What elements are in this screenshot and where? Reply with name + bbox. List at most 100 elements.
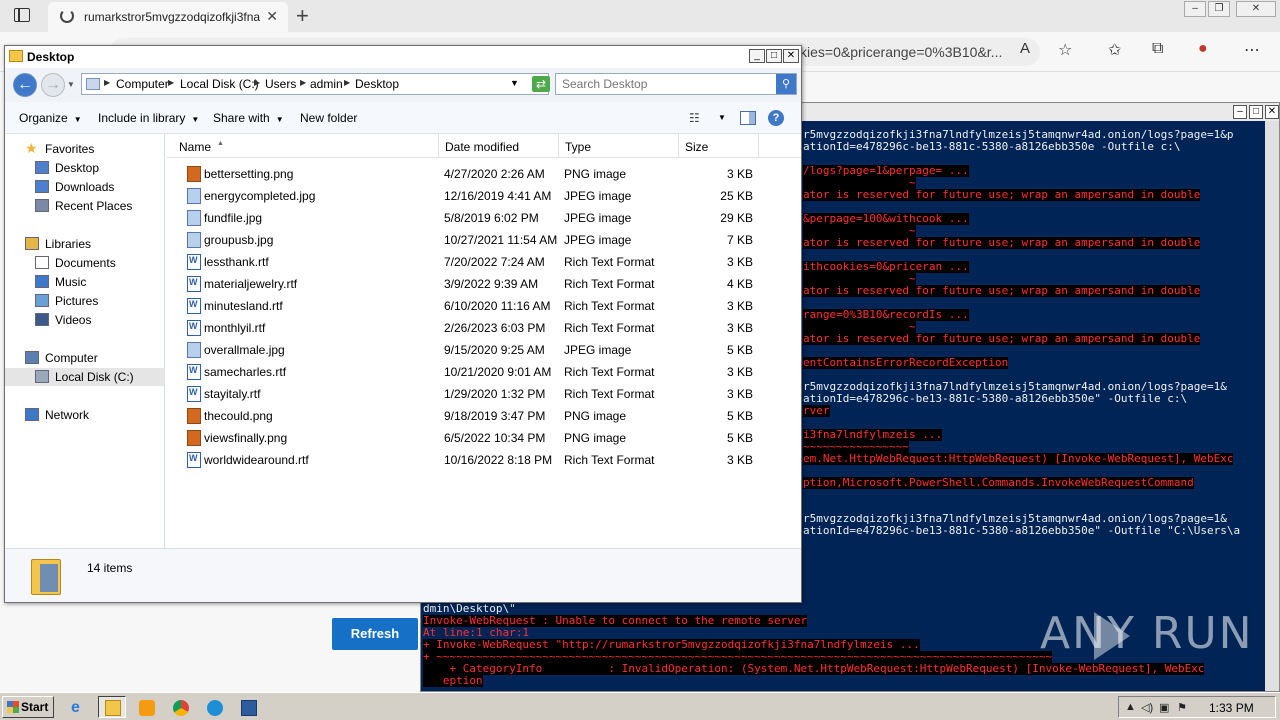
file-row[interactable]: minutesland.rtf 6/10/2020 11:16 AM Rich Te… bbox=[167, 295, 801, 317]
file-row[interactable]: bettersetting.png 4/27/2020 2:26 AM PNG im… bbox=[167, 163, 801, 185]
nav-item-network[interactable]: Network bbox=[5, 406, 165, 424]
recent-pages-dropdown-icon[interactable]: ▼ bbox=[67, 80, 75, 89]
breadcrumb-local-disk[interactable]: Local Disk (C:) bbox=[180, 77, 259, 91]
nav-item-videos[interactable]: Videos bbox=[5, 311, 165, 329]
nav-item-local-disk-c[interactable]: Local Disk (C:) bbox=[5, 368, 165, 386]
favorites-icon[interactable]: ✩ bbox=[1108, 40, 1121, 60]
nav-item-documents[interactable]: Documents bbox=[5, 254, 165, 272]
browser-close-button[interactable]: ✕ bbox=[1236, 1, 1276, 17]
breadcrumb-separator-icon[interactable]: ▶ bbox=[168, 78, 174, 87]
breadcrumb-separator-icon[interactable]: ▶ bbox=[104, 78, 110, 87]
preview-pane-icon[interactable] bbox=[740, 111, 756, 125]
breadcrumb-separator-icon[interactable]: ▶ bbox=[300, 78, 306, 87]
nav-item-pictures[interactable]: Pictures bbox=[5, 292, 165, 310]
tab-actions-icon[interactable] bbox=[14, 8, 30, 22]
console-maximize-button[interactable]: □ bbox=[1249, 105, 1263, 119]
share-with-menu[interactable]: Share with ▼ bbox=[213, 111, 284, 125]
nav-item-music[interactable]: Music bbox=[5, 273, 165, 291]
file-date-modified: 6/5/2022 10:34 PM bbox=[444, 431, 546, 445]
show-hidden-icons-icon[interactable]: ▲ bbox=[1125, 701, 1136, 713]
browser-tab[interactable]: rumarkstror5mvgzzodqizofkji3fna7lndfylmz… bbox=[48, 2, 288, 32]
console-close-button[interactable]: ✕ bbox=[1265, 105, 1279, 119]
nav-item-desktop[interactable]: Desktop bbox=[5, 159, 165, 177]
back-button[interactable]: ← bbox=[13, 73, 37, 97]
column-header-size[interactable]: Size bbox=[679, 134, 759, 158]
column-headers: Name ▲ Date modified Type Size bbox=[167, 134, 801, 158]
profile-avatar-icon[interactable]: ● bbox=[1198, 40, 1208, 58]
url-text: kies=0&pricerange=0%3B10&r... bbox=[800, 44, 1003, 60]
file-list[interactable]: Name ▲ Date modified Type Size bettersett… bbox=[167, 134, 801, 548]
breadcrumb-admin[interactable]: admin bbox=[310, 77, 343, 91]
nav-item-recent-places[interactable]: Recent Places bbox=[5, 197, 165, 215]
explorer-maximize-button[interactable]: □ bbox=[766, 49, 782, 63]
change-view-icon[interactable]: ☷ bbox=[689, 111, 700, 125]
file-row[interactable]: thecould.png 9/18/2019 3:47 PM PNG image 5 … bbox=[167, 405, 801, 427]
file-row[interactable]: samecharles.rtf 10/21/2020 9:01 AM Rich Te… bbox=[167, 361, 801, 383]
taskbar-internet-explorer[interactable]: e bbox=[64, 696, 92, 718]
browser-restore-button[interactable]: ❐ bbox=[1208, 1, 1230, 17]
network-tray-icon[interactable]: ▣ bbox=[1159, 701, 1169, 714]
nav-item-downloads[interactable]: Downloads bbox=[5, 178, 165, 196]
new-tab-icon[interactable]: + bbox=[296, 3, 309, 29]
collections-icon[interactable]: ⧉ bbox=[1152, 40, 1163, 58]
file-row[interactable]: viewsfinally.png 6/5/2022 10:34 PM PNG ima… bbox=[167, 427, 801, 449]
address-history-dropdown-icon[interactable]: ▼ bbox=[510, 78, 519, 88]
taskbar-explorer[interactable] bbox=[98, 696, 126, 718]
taskbar-media-player[interactable] bbox=[132, 696, 160, 718]
forward-button[interactable]: → bbox=[41, 73, 65, 97]
nav-item-favorites[interactable]: ★ Favorites bbox=[5, 140, 165, 158]
file-type: JPEG image bbox=[564, 343, 632, 357]
new-folder-button[interactable]: New folder bbox=[300, 111, 357, 125]
column-header-name[interactable]: Name ▲ bbox=[173, 134, 439, 158]
action-center-icon[interactable]: ⚑ bbox=[1177, 701, 1187, 714]
refresh-icon[interactable]: ⇄ bbox=[532, 76, 550, 92]
clock[interactable]: 1:33 PM bbox=[1209, 701, 1254, 715]
taskbar-chrome[interactable] bbox=[166, 696, 194, 718]
start-button[interactable]: Start bbox=[2, 696, 54, 718]
file-row[interactable]: stayitaly.rtf 1/29/2020 1:32 PM Rich Text … bbox=[167, 383, 801, 405]
file-row[interactable]: worldwidearound.rtf 10/16/2022 8:18 PM Ric… bbox=[167, 449, 801, 471]
help-icon[interactable]: ? bbox=[768, 110, 784, 126]
include-in-library-menu[interactable]: Include in library ▼ bbox=[98, 111, 199, 125]
file-row[interactable]: energycompleted.jpg 12/16/2019 4:41 AM JPE… bbox=[167, 185, 801, 207]
file-type: Rich Text Format bbox=[564, 365, 655, 379]
explorer-minimize-button[interactable]: _ bbox=[749, 49, 765, 63]
search-input[interactable] bbox=[558, 75, 774, 93]
explorer-title-bar[interactable]: Desktop _ □ ✕ bbox=[5, 46, 801, 68]
breadcrumb-desktop[interactable]: Desktop bbox=[355, 77, 399, 91]
file-row[interactable]: fundfile.jpg 5/8/2019 6:02 PM JPEG image 29… bbox=[167, 207, 801, 229]
breadcrumb-computer[interactable]: Computer bbox=[116, 77, 169, 91]
close-tab-icon[interactable]: ✕ bbox=[266, 8, 278, 25]
organize-label: Organize bbox=[19, 111, 68, 125]
breadcrumb-users[interactable]: Users bbox=[265, 77, 296, 91]
explorer-window[interactable]: Desktop _ □ ✕ ← → ▼ ▶ Computer ▶ Local D… bbox=[4, 45, 802, 603]
breadcrumb-separator-icon[interactable]: ▶ bbox=[254, 78, 260, 87]
file-row[interactable]: monthlyil.rtf 2/26/2023 6:03 PM Rich Text … bbox=[167, 317, 801, 339]
breadcrumb-separator-icon[interactable]: ▶ bbox=[344, 78, 350, 87]
explorer-address-bar[interactable]: ▶ Computer ▶ Local Disk (C:) ▶ Users ▶ a… bbox=[81, 73, 550, 95]
console-minimize-button[interactable]: – bbox=[1233, 105, 1247, 119]
volume-icon[interactable]: ◁) bbox=[1141, 701, 1153, 714]
explorer-close-button[interactable]: ✕ bbox=[783, 49, 799, 63]
column-header-type[interactable]: Type bbox=[559, 134, 679, 158]
read-aloud-icon[interactable]: A bbox=[1020, 40, 1030, 57]
console-scrollbar[interactable] bbox=[1265, 121, 1279, 691]
nav-item-libraries[interactable]: Libraries bbox=[5, 235, 165, 253]
column-header-date-modified[interactable]: Date modified bbox=[439, 134, 559, 158]
view-options-dropdown-icon[interactable]: ▼ bbox=[718, 113, 726, 122]
file-row[interactable]: materialjewelry.rtf 3/9/2022 9:39 AM Rich … bbox=[167, 273, 801, 295]
more-menu-icon[interactable]: ⋯ bbox=[1244, 40, 1260, 60]
add-favorite-icon[interactable]: ☆ bbox=[1058, 40, 1072, 60]
nav-item-computer[interactable]: Computer bbox=[5, 349, 165, 367]
page-refresh-button[interactable]: Refresh bbox=[332, 618, 418, 650]
file-row[interactable]: lessthank.rtf 7/20/2022 7:24 AM Rich Text … bbox=[167, 251, 801, 273]
browser-minimize-button[interactable]: – bbox=[1184, 1, 1206, 17]
search-icon[interactable]: ⚲ bbox=[776, 74, 796, 94]
search-box[interactable]: ⚲ bbox=[555, 73, 797, 95]
taskbar-powershell[interactable] bbox=[234, 696, 262, 718]
file-row[interactable]: overallmale.jpg 9/15/2020 9:25 AM JPEG ima… bbox=[167, 339, 801, 361]
organize-menu[interactable]: Organize ▼ bbox=[19, 111, 82, 125]
file-row[interactable]: groupusb.jpg 10/27/2021 11:54 AM JPEG imag… bbox=[167, 229, 801, 251]
rtf-file-icon bbox=[187, 386, 201, 402]
taskbar-edge[interactable] bbox=[200, 696, 228, 718]
